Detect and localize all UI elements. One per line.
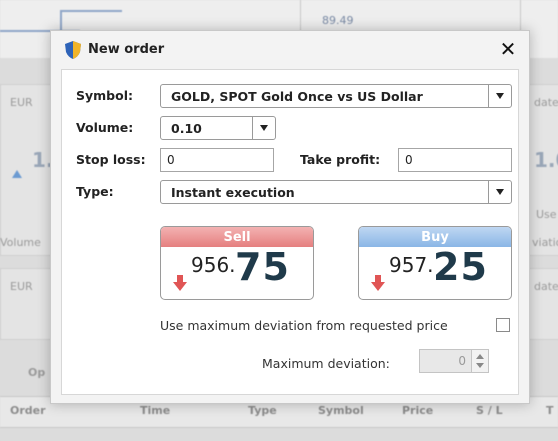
spinner-up-icon[interactable] [476, 354, 484, 359]
table-header-cell: Price [402, 404, 434, 417]
table-header-cell: Time [140, 404, 171, 417]
take-profit-input[interactable] [398, 148, 512, 172]
bg-label: date [534, 96, 558, 109]
max-deviation-spinner[interactable]: 0 [419, 349, 489, 373]
close-button[interactable]: ✕ [497, 37, 519, 61]
symbol-select[interactable]: GOLD, SPOT Gold Once vs US Dollar [160, 84, 512, 108]
buy-price-pips: 25 [433, 245, 488, 289]
chart-line [60, 10, 62, 32]
max-deviation-checkbox[interactable] [496, 318, 510, 332]
spinner-down-icon[interactable] [476, 363, 484, 368]
arrow-up-icon [12, 170, 22, 178]
arrow-down-icon [371, 275, 385, 291]
max-deviation-label: Maximum deviation: [262, 356, 390, 371]
table-header-cell: S / L [476, 404, 503, 417]
buy-button-label: Buy [359, 227, 511, 247]
bg-label: date [534, 280, 558, 293]
dialog-title-bar[interactable]: New order ✕ [51, 31, 529, 69]
max-deviation-checkbox-label: Use maximum deviation from requested pri… [160, 318, 448, 333]
table-header-cell: Order [10, 404, 46, 417]
right-quote-panel-2 [528, 268, 558, 340]
chevron-down-icon[interactable] [252, 117, 275, 139]
table-header-cell: Symbol [318, 404, 364, 417]
sell-button-label: Sell [161, 227, 313, 247]
chart-price-label: 89.49 [322, 14, 354, 27]
orders-tab: Op [28, 366, 46, 379]
stop-loss-input[interactable] [160, 148, 274, 172]
bg-label: Volume [0, 236, 41, 249]
bg-label: Use [536, 208, 557, 221]
take-profit-label: Take profit: [300, 152, 381, 167]
buy-button[interactable]: Buy 957. 25 [358, 226, 512, 300]
symbol-label: Symbol: [76, 88, 133, 103]
dialog-title: New order [88, 42, 165, 57]
volume-select[interactable]: 0.10 [160, 116, 276, 140]
sell-button[interactable]: Sell 956. 75 [160, 226, 314, 300]
sell-price-pips: 75 [235, 245, 290, 289]
type-label: Type: [76, 184, 114, 199]
sell-price-prefix: 956. [191, 253, 236, 277]
chevron-down-icon[interactable] [488, 85, 511, 107]
chart-line [62, 10, 122, 12]
volume-label: Volume: [76, 120, 134, 135]
max-deviation-value: 0 [458, 354, 466, 368]
shield-icon [65, 41, 81, 59]
bg-label: EUR [10, 96, 33, 109]
stop-loss-label: Stop loss: [76, 152, 146, 167]
volume-value: 0.10 [171, 121, 202, 136]
left-quote-panel-2 [0, 268, 52, 340]
bg-price: 1.0 [534, 148, 558, 172]
order-form: Symbol: GOLD, SPOT Gold Once vs US Dolla… [61, 69, 519, 395]
bg-label: viatio [532, 236, 558, 249]
symbol-value: GOLD, SPOT Gold Once vs US Dollar [171, 89, 423, 104]
table-header-cell: T [546, 404, 554, 417]
arrow-down-icon [173, 275, 187, 291]
bg-label: EUR [10, 280, 33, 293]
type-value: Instant execution [171, 185, 295, 200]
new-order-dialog: New order ✕ Symbol: GOLD, SPOT Gold Once… [50, 30, 530, 404]
type-select[interactable]: Instant execution [160, 180, 512, 204]
spinner-buttons[interactable] [471, 350, 488, 372]
table-header-cell: Type [248, 404, 277, 417]
chevron-down-icon[interactable] [488, 181, 511, 203]
buy-price-prefix: 957. [389, 253, 434, 277]
